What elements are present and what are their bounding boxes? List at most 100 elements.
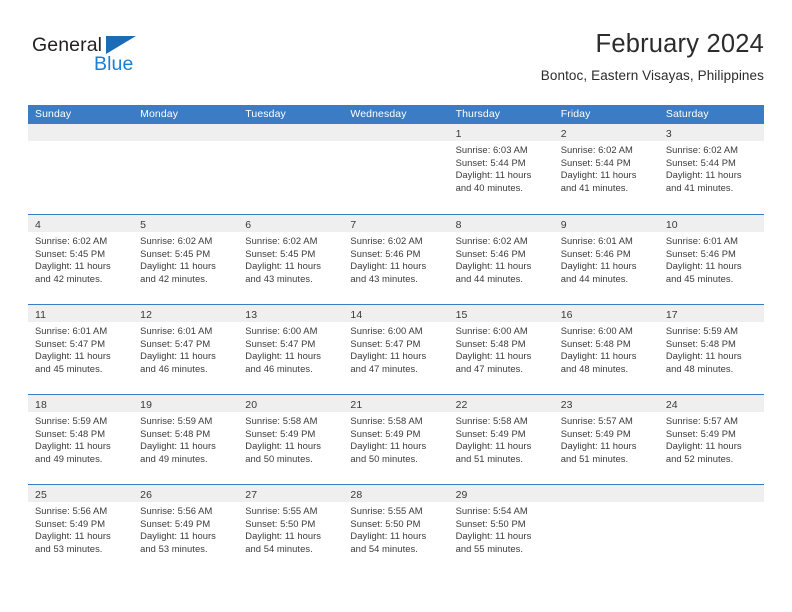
day-detail-line: and 46 minutes.: [140, 362, 208, 374]
day-details: Sunrise: 6:01 AM Sunset: 5:46 PM Daylight:…: [554, 232, 659, 285]
day-number-band: 16: [553, 305, 659, 322]
day-detail-line: Sunrise: 6:02 AM: [35, 235, 108, 246]
day-detail-line: Sunset: 5:46 PM: [455, 247, 526, 259]
day-detail-line: Daylight: 11 hours: [665, 169, 742, 181]
weekday-header-thursday: Thursday: [455, 108, 501, 120]
day-number-band: [658, 485, 764, 502]
day-cell-15[interactable]: 15 Sunrise: 6:00 AM Sunset: 5:48 PM Dayligh…: [448, 305, 554, 394]
day-cell-7[interactable]: 7 Sunrise: 6:02 AM Sunset: 5:46 PM Daylight…: [343, 215, 449, 304]
day-detail-line: and 45 minutes.: [665, 272, 734, 284]
day-number: 4: [35, 219, 41, 231]
day-cell-4[interactable]: 4 Sunrise: 6:02 AM Sunset: 5:45 PM Daylight…: [28, 215, 134, 304]
day-detail-line: Daylight: 11 hours: [35, 260, 111, 272]
day-number-band: 10: [658, 215, 764, 232]
day-number-band: 4: [28, 215, 134, 232]
day-details: Sunrise: 6:03 AM Sunset: 5:44 PM Daylight:…: [449, 141, 554, 194]
day-detail-line: and 52 minutes.: [665, 452, 734, 464]
day-detail-line: Daylight: 11 hours: [140, 530, 216, 542]
day-detail-line: Daylight: 11 hours: [455, 260, 532, 272]
day-detail-line: Sunset: 5:46 PM: [560, 247, 631, 259]
day-detail-line: Sunset: 5:45 PM: [245, 247, 316, 259]
day-cell-10[interactable]: 10 Sunrise: 6:01 AM Sunset: 5:46 PM Dayligh…: [658, 215, 764, 304]
day-detail-line: Sunrise: 6:02 AM: [560, 144, 633, 155]
day-detail-line: and 54 minutes.: [245, 542, 313, 554]
weekday-header-friday: Friday: [560, 108, 591, 120]
day-detail-line: Sunrise: 5:59 AM: [665, 325, 739, 336]
day-detail-line: Sunrise: 5:55 AM: [350, 505, 423, 516]
day-number-band: 14: [343, 305, 449, 322]
day-detail-line: Sunrise: 6:01 AM: [35, 325, 108, 336]
day-cell-22[interactable]: 22 Sunrise: 5:58 AM Sunset: 5:49 PM Dayligh…: [448, 395, 554, 484]
day-detail-line: Sunset: 5:44 PM: [455, 156, 526, 168]
day-details: Sunrise: 6:01 AM Sunset: 5:46 PM Daylight:…: [659, 232, 764, 285]
day-number: 5: [140, 219, 147, 231]
general-blue-logo[interactable]: General Blue: [32, 34, 232, 86]
day-detail-line: and 47 minutes.: [350, 362, 418, 374]
day-detail-line: Daylight: 11 hours: [455, 440, 532, 452]
day-cell-20[interactable]: 20 Sunrise: 5:58 AM Sunset: 5:49 PM Dayligh…: [238, 395, 344, 484]
day-detail-line: Sunrise: 5:59 AM: [140, 415, 213, 426]
day-number-band: 9: [553, 215, 659, 232]
day-number-band: 28: [343, 485, 449, 502]
day-cell-18[interactable]: 18 Sunrise: 5:59 AM Sunset: 5:48 PM Dayligh…: [28, 395, 134, 484]
day-cell-11[interactable]: 11 Sunrise: 6:01 AM Sunset: 5:47 PM Dayligh…: [28, 305, 134, 394]
calendar-week-row: 25 Sunrise: 5:56 AM Sunset: 5:49 PM Dayligh…: [28, 484, 764, 574]
day-detail-line: Daylight: 11 hours: [665, 440, 742, 452]
day-cell-25[interactable]: 25 Sunrise: 5:56 AM Sunset: 5:49 PM Dayligh…: [28, 485, 134, 574]
day-number-band: 17: [658, 305, 764, 322]
day-details: Sunrise: 6:02 AM Sunset: 5:45 PM Daylight:…: [28, 232, 133, 285]
day-cell-26[interactable]: 26 Sunrise: 5:56 AM Sunset: 5:49 PM Dayligh…: [133, 485, 239, 574]
logo-text-blue: Blue: [94, 53, 134, 75]
title-block: February 2024 Bontoc, Eastern Visayas, P…: [541, 28, 764, 86]
day-cell-24[interactable]: 24 Sunrise: 5:57 AM Sunset: 5:49 PM Dayligh…: [658, 395, 764, 484]
day-number: 16: [560, 309, 573, 321]
day-number-band: [133, 124, 239, 141]
day-cell-empty: [133, 124, 239, 214]
day-detail-line: and 44 minutes.: [455, 272, 524, 284]
day-detail-line: Sunrise: 5:58 AM: [455, 415, 528, 426]
day-detail-line: Sunset: 5:47 PM: [245, 337, 316, 349]
day-cell-23[interactable]: 23 Sunrise: 5:57 AM Sunset: 5:49 PM Dayligh…: [553, 395, 659, 484]
day-detail-line: Daylight: 11 hours: [560, 350, 637, 362]
day-detail-line: and 43 minutes.: [350, 272, 418, 284]
day-details: Sunrise: 6:02 AM Sunset: 5:45 PM Daylight:…: [133, 232, 238, 285]
day-cell-5[interactable]: 5 Sunrise: 6:02 AM Sunset: 5:45 PM Daylight…: [133, 215, 239, 304]
page-title: February 2024: [595, 30, 764, 58]
day-cell-8[interactable]: 8 Sunrise: 6:02 AM Sunset: 5:46 PM Daylight…: [448, 215, 554, 304]
day-number: 19: [140, 399, 153, 411]
day-cell-14[interactable]: 14 Sunrise: 6:00 AM Sunset: 5:47 PM Dayligh…: [343, 305, 449, 394]
day-cell-27[interactable]: 27 Sunrise: 5:55 AM Sunset: 5:50 PM Dayligh…: [238, 485, 344, 574]
day-cell-9[interactable]: 9 Sunrise: 6:01 AM Sunset: 5:46 PM Daylight…: [553, 215, 659, 304]
day-cell-13[interactable]: 13 Sunrise: 6:00 AM Sunset: 5:47 PM Dayligh…: [238, 305, 344, 394]
day-cell-6[interactable]: 6 Sunrise: 6:02 AM Sunset: 5:45 PM Daylight…: [238, 215, 344, 304]
day-detail-line: Sunrise: 6:00 AM: [245, 325, 318, 336]
day-details: Sunrise: 5:54 AM Sunset: 5:50 PM Daylight:…: [449, 502, 554, 555]
day-number-band: 29: [448, 485, 554, 502]
day-cell-16[interactable]: 16 Sunrise: 6:00 AM Sunset: 5:48 PM Dayligh…: [553, 305, 659, 394]
day-detail-line: and 41 minutes.: [665, 181, 734, 193]
day-detail-line: Daylight: 11 hours: [35, 350, 111, 362]
day-number: 8: [455, 219, 462, 231]
day-number: 10: [665, 219, 678, 231]
day-detail-line: Daylight: 11 hours: [350, 530, 427, 542]
day-cell-17[interactable]: 17 Sunrise: 5:59 AM Sunset: 5:48 PM Dayligh…: [658, 305, 764, 394]
page-subtitle: Bontoc, Eastern Visayas, Philippines: [540, 68, 764, 83]
day-number-band: 20: [238, 395, 344, 412]
day-cell-21[interactable]: 21 Sunrise: 5:58 AM Sunset: 5:49 PM Dayligh…: [343, 395, 449, 484]
day-cell-29[interactable]: 29 Sunrise: 5:54 AM Sunset: 5:50 PM Dayligh…: [448, 485, 554, 574]
day-detail-line: Sunset: 5:48 PM: [140, 427, 211, 439]
day-number: 3: [665, 128, 672, 140]
day-detail-line: and 45 minutes.: [35, 362, 103, 374]
day-cell-12[interactable]: 12 Sunrise: 6:01 AM Sunset: 5:47 PM Dayligh…: [133, 305, 239, 394]
day-detail-line: Sunrise: 6:00 AM: [350, 325, 423, 336]
day-number: 18: [35, 399, 47, 411]
day-cell-28[interactable]: 28 Sunrise: 5:55 AM Sunset: 5:50 PM Dayligh…: [343, 485, 449, 574]
day-cell-1[interactable]: 1 Sunrise: 6:03 AM Sunset: 5:44 PM Daylight…: [448, 124, 554, 214]
day-cell-19[interactable]: 19 Sunrise: 5:59 AM Sunset: 5:48 PM Dayligh…: [133, 395, 239, 484]
day-cell-3[interactable]: 3 Sunrise: 6:02 AM Sunset: 5:44 PM Daylight…: [658, 124, 764, 214]
day-detail-line: Sunset: 5:46 PM: [350, 247, 421, 259]
day-number-band: 7: [343, 215, 449, 232]
day-number: 13: [245, 309, 258, 321]
day-number: 26: [140, 489, 153, 501]
day-cell-2[interactable]: 2 Sunrise: 6:02 AM Sunset: 5:44 PM Daylight…: [553, 124, 659, 214]
